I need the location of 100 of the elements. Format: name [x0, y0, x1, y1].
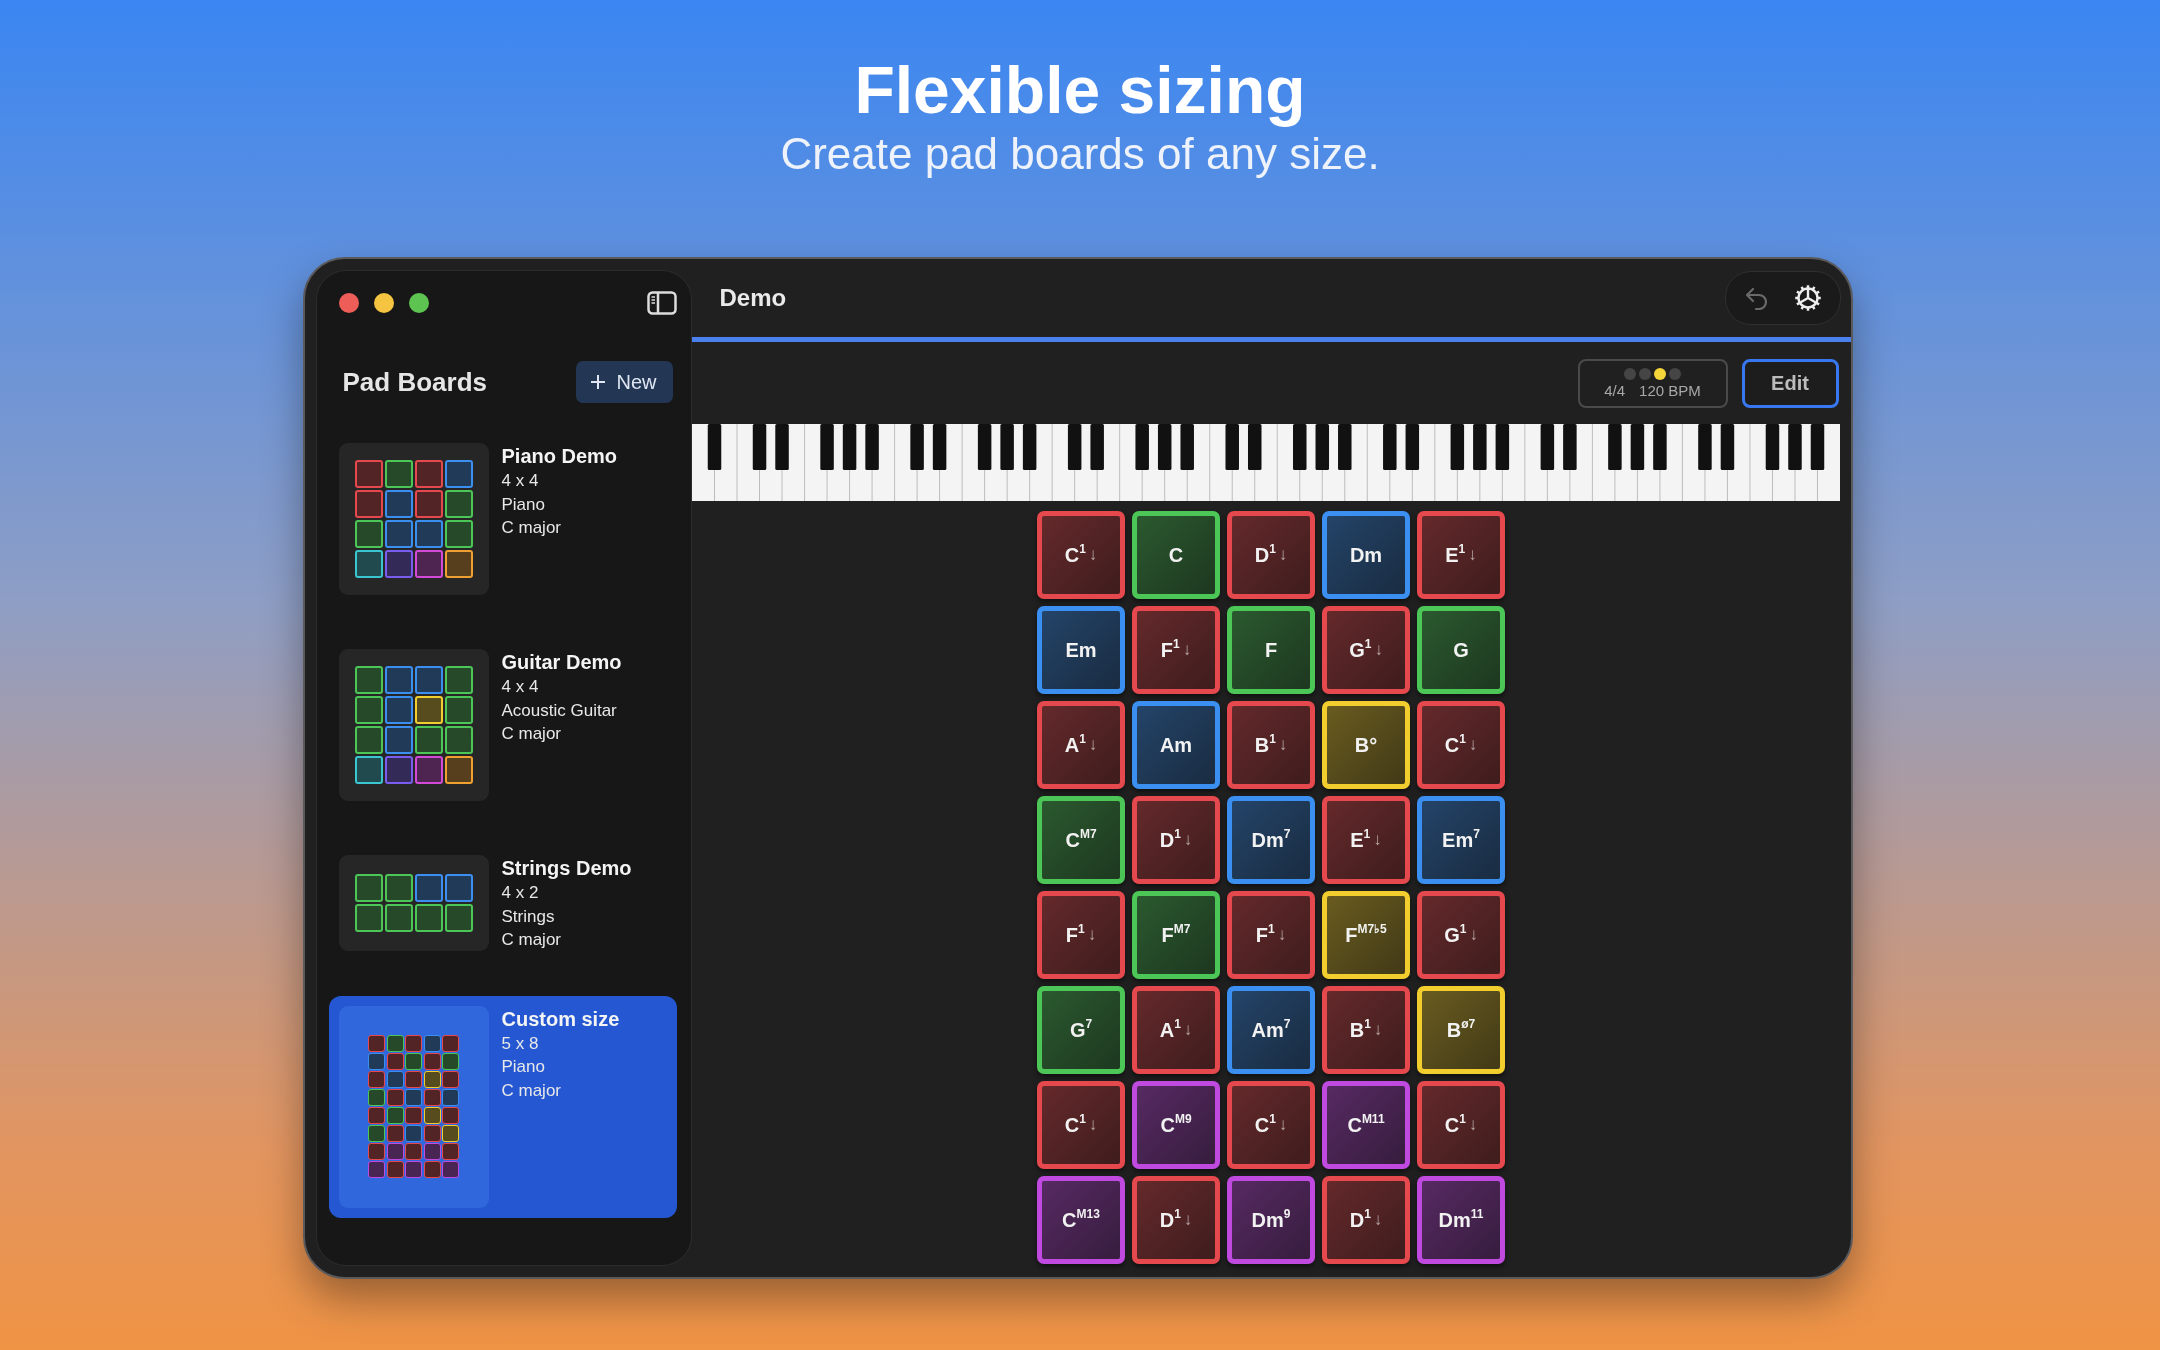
thumbnail-pad	[442, 1071, 459, 1088]
chord-pad[interactable]: Dm$^{9}$	[1227, 1176, 1315, 1264]
chord-pad[interactable]: F$^{1}$ ↓	[1037, 891, 1125, 979]
chord-pad[interactable]: F$^{1}$ ↓	[1227, 891, 1315, 979]
board-list-item[interactable]: Custom size 5 x 8 Piano C major	[328, 995, 677, 1218]
chord-pad[interactable]: Am	[1132, 701, 1220, 789]
board-title: Strings Demo	[501, 856, 632, 881]
chord-pad[interactable]: Am$^{7}$	[1227, 986, 1315, 1074]
chord-pad[interactable]: C$^{1}$ ↓	[1227, 1081, 1315, 1169]
thumbnail-pad	[386, 1071, 404, 1088]
thumbnail-pad	[386, 1125, 404, 1142]
thumbnail-pad	[423, 1125, 441, 1142]
thumbnail-pad	[423, 1035, 441, 1052]
chord-pad[interactable]: F$^{M7}$	[1132, 891, 1220, 979]
thumbnail-pad	[423, 1053, 441, 1070]
edit-button[interactable]: Edit	[1741, 358, 1839, 408]
chord-pad[interactable]: C	[1132, 511, 1220, 599]
new-button[interactable]: New	[576, 361, 673, 403]
metronome-display[interactable]: 4/4 120 BPM	[1577, 358, 1728, 408]
chord-pad[interactable]: D$^{1}$ ↓	[1132, 796, 1220, 884]
window-title: Demo	[719, 284, 788, 312]
thumbnail-pad	[386, 1161, 404, 1178]
chord-pad[interactable]: Dm$^{11}$	[1417, 1176, 1505, 1264]
thumbnail-pad	[423, 1071, 441, 1088]
chord-pad[interactable]: A$^{1}$ ↓	[1132, 986, 1220, 1074]
thumbnail-pad	[386, 1143, 404, 1160]
close-button[interactable]	[338, 293, 359, 313]
board-key: C major	[501, 722, 622, 746]
thumbnail-pad	[368, 1071, 385, 1088]
thumbnail-pad	[442, 1053, 459, 1070]
minimize-button[interactable]	[373, 293, 394, 313]
board-title: Guitar Demo	[501, 650, 622, 675]
thumbnail-pad	[368, 1089, 385, 1106]
thumbnail-pad	[368, 1125, 385, 1142]
board-size: 4 x 4	[501, 470, 540, 492]
thumbnail-pad	[405, 1071, 422, 1088]
thumbnail-pad	[442, 1089, 459, 1106]
chord-pad[interactable]: Em	[1037, 606, 1125, 694]
board-instrument: Piano	[501, 1056, 546, 1078]
chord-pad[interactable]: G$^{1}$ ↓	[1417, 891, 1505, 979]
thumbnail-pad	[405, 1125, 422, 1142]
thumbnail-pad	[386, 1089, 404, 1106]
chord-pad[interactable]: B°	[1322, 701, 1410, 789]
thumbnail-pad	[405, 1089, 422, 1106]
board-size: 4 x 2	[501, 882, 540, 904]
thumbnail-pad	[386, 1107, 404, 1124]
chord-pad[interactable]: G	[1417, 606, 1505, 694]
board-instrument: Acoustic Guitar	[501, 699, 618, 722]
chord-pad[interactable]: Dm$^{7}$	[1227, 796, 1315, 884]
chord-pad[interactable]: C$^{1}$ ↓	[1037, 511, 1125, 599]
chord-pad[interactable]: B$^{1}$ ↓	[1227, 701, 1315, 789]
chord-pad[interactable]: C$^{1}$ ↓	[1417, 1081, 1505, 1169]
chord-pad[interactable]: C$^{1}$ ↓	[1417, 701, 1505, 789]
headline: Flexible sizing	[854, 52, 1306, 128]
board-list-item[interactable]: Guitar Demo 4 x 4 Acoustic Guitar C major	[328, 639, 677, 811]
chord-pad[interactable]: C$^{M7}$	[1037, 796, 1125, 884]
chord-pad[interactable]: B$^{1}$ ↓	[1322, 986, 1410, 1074]
board-instrument: Strings	[501, 905, 556, 928]
settings-icon[interactable]	[1793, 284, 1822, 312]
thumbnail-pad	[423, 1107, 441, 1124]
board-key: C major	[501, 928, 632, 952]
chord-pad[interactable]: Em$^{7}$	[1417, 796, 1505, 884]
thumbnail-pad	[405, 1035, 422, 1052]
board-size: 5 x 8	[501, 1032, 540, 1055]
chord-pad[interactable]: F$^{M7♭5}$	[1322, 891, 1410, 979]
chord-pad[interactable]: A$^{1}$ ↓	[1037, 701, 1125, 789]
chord-pad[interactable]: F	[1227, 606, 1315, 694]
chord-pad[interactable]: Dm	[1322, 511, 1410, 599]
thumbnail-pad	[386, 1035, 404, 1052]
chord-pad[interactable]: D$^{1}$ ↓	[1322, 1176, 1410, 1264]
chord-pad[interactable]: B$^{ø7}$	[1417, 986, 1505, 1074]
board-list-item[interactable]: Strings Demo 4 x 2 Strings C major	[328, 845, 677, 962]
board-title: Piano Demo	[501, 444, 618, 469]
tempo: 120 BPM	[1639, 381, 1701, 399]
chord-pad[interactable]: E$^{1}$ ↓	[1417, 511, 1505, 599]
time-signature: 4/4	[1604, 381, 1626, 399]
thumbnail-pad	[405, 1143, 422, 1160]
chord-pad[interactable]: F$^{1}$ ↓	[1132, 606, 1220, 694]
chord-pad[interactable]: C$^{M11}$	[1322, 1081, 1410, 1169]
thumbnail-pad	[442, 1107, 459, 1124]
chord-pad[interactable]: C$^{1}$ ↓	[1037, 1081, 1125, 1169]
chord-pad[interactable]: D$^{1}$ ↓	[1132, 1176, 1220, 1264]
chord-pad[interactable]: D$^{1}$ ↓	[1227, 511, 1315, 599]
chord-pad[interactable]: E$^{1}$ ↓	[1322, 796, 1410, 884]
thumbnail-pad	[442, 1143, 459, 1160]
chord-pad[interactable]: C$^{M13}$	[1037, 1176, 1125, 1264]
thumbnail-pad	[442, 1161, 459, 1178]
board-list-item[interactable]: Piano Demo 4 x 4 Piano C major	[328, 433, 677, 605]
chord-pad[interactable]: G$^{7}$	[1037, 986, 1125, 1074]
sidebar-toggle-icon[interactable]	[646, 291, 677, 315]
thumbnail-pad	[368, 1143, 385, 1160]
chord-pad[interactable]: C$^{M9}$	[1132, 1081, 1220, 1169]
thumbnail-pad	[368, 1053, 385, 1070]
chord-pad[interactable]: G$^{1}$ ↓	[1322, 606, 1410, 694]
piano-keyboard-drawing[interactable]	[691, 424, 1840, 501]
thumbnail-pad	[405, 1161, 422, 1178]
zoom-button[interactable]	[408, 293, 429, 313]
board-instrument: Piano	[501, 493, 546, 516]
thumbnail-pad	[386, 1053, 404, 1070]
plus-icon	[590, 374, 607, 390]
